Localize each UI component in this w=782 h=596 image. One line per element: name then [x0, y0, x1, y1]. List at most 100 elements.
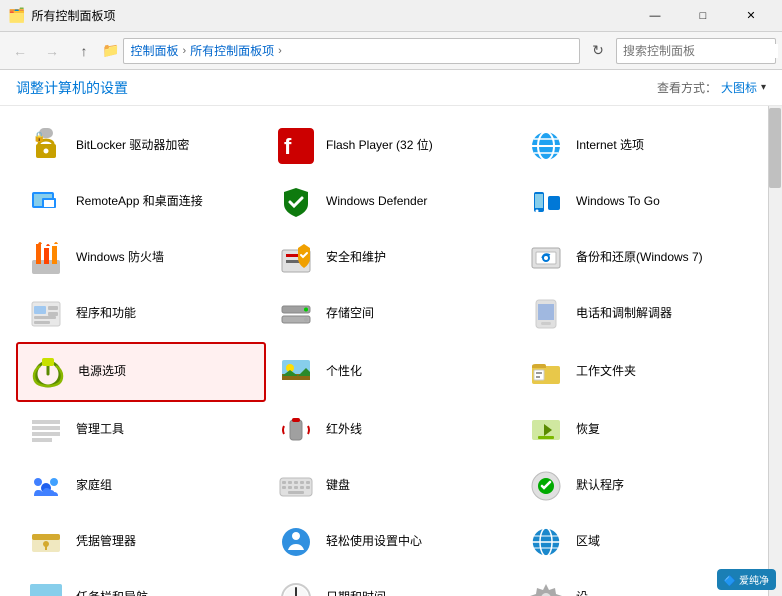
personalization-label: 个性化	[326, 364, 362, 380]
grid-item-infrared[interactable]: 红外线	[266, 402, 516, 458]
grid-item-ease-of-access[interactable]: 轻松使用设置中心	[266, 514, 516, 570]
grid-item-homegroup[interactable]: 家庭组	[16, 458, 266, 514]
scrollbar-track[interactable]	[768, 106, 782, 596]
grid-item-credential-manager[interactable]: 凭据管理器	[16, 514, 266, 570]
close-button[interactable]: ✕	[728, 1, 774, 31]
view-label: 查看方式：	[657, 79, 717, 96]
address-bar: ← → ↑ 📁 控制面板 › 所有控制面板项 › ↻ 🔍	[0, 32, 782, 70]
grid-item-windows-to-go[interactable]: Windows To Go	[516, 174, 766, 230]
backup-restore-label: 备份和还原(Windows 7)	[576, 250, 703, 266]
breadcrumb-bar[interactable]: 控制面板 › 所有控制面板项 ›	[123, 38, 580, 64]
maximize-button[interactable]: □	[680, 1, 726, 31]
firewall-icon	[26, 238, 66, 278]
breadcrumb-item-2[interactable]: 所有控制面板项	[190, 42, 274, 59]
toolbar: 调整计算机的设置 查看方式： 大图标 ▾	[0, 70, 782, 106]
view-dropdown-icon[interactable]: ▾	[761, 82, 766, 93]
view-current[interactable]: 大图标	[721, 79, 757, 96]
grid-item-admin-tools[interactable]: 管理工具	[16, 402, 266, 458]
grid-item-recovery[interactable]: 恢复	[516, 402, 766, 458]
grid-item-firewall[interactable]: Windows 防火墙	[16, 230, 266, 286]
grid-item-personalization[interactable]: 个性化	[266, 342, 516, 402]
refresh-button[interactable]: ↻	[584, 37, 612, 65]
grid-item-power-options[interactable]: 电源选项	[16, 342, 266, 402]
remoteapp-icon	[26, 182, 66, 222]
firewall-label: Windows 防火墙	[76, 250, 164, 266]
watermark-icon: 🔷	[724, 576, 736, 587]
personalization-icon	[276, 352, 316, 392]
homegroup-label: 家庭组	[76, 478, 112, 494]
bitlocker-label: BitLocker 驱动器加密	[76, 138, 189, 154]
watermark: 🔷 爱纯净	[717, 569, 776, 590]
grid-item-taskbar-navigation[interactable]: 任务栏和导航	[16, 570, 266, 596]
minimize-button[interactable]: —	[632, 1, 678, 31]
search-input[interactable]	[623, 44, 778, 58]
grid-item-storage-spaces[interactable]: 存储空间	[266, 286, 516, 342]
back-button[interactable]: ←	[6, 37, 34, 65]
search-bar[interactable]: 🔍	[616, 38, 776, 64]
grid-item-internet-options[interactable]: Internet 选项	[516, 118, 766, 174]
keyboard-icon	[276, 466, 316, 506]
default-programs-label: 默认程序	[576, 478, 624, 494]
bitlocker-icon: 🔒	[26, 126, 66, 166]
grid-item-keyboard[interactable]: 键盘	[266, 458, 516, 514]
title-bar-controls: — □ ✕	[632, 1, 774, 31]
programs-features-label: 程序和功能	[76, 306, 136, 322]
grid-item-default-programs[interactable]: 默认程序	[516, 458, 766, 514]
grid-item-windows-defender[interactable]: Windows Defender	[266, 174, 516, 230]
power-options-label: 电源选项	[78, 364, 126, 380]
settings-label: 设	[576, 590, 588, 596]
svg-text:f: f	[284, 134, 292, 159]
grid-item-bitlocker[interactable]: 🔒 BitLocker 驱动器加密	[16, 118, 266, 174]
programs-features-icon	[26, 294, 66, 334]
grid-item-remoteapp[interactable]: RemoteApp 和桌面连接	[16, 174, 266, 230]
windows-to-go-icon	[526, 182, 566, 222]
grid-item-security-maintenance[interactable]: 安全和维护	[266, 230, 516, 286]
remoteapp-label: RemoteApp 和桌面连接	[76, 194, 203, 210]
infrared-icon	[276, 410, 316, 450]
internet-options-label: Internet 选项	[576, 138, 644, 154]
admin-tools-icon	[26, 410, 66, 450]
grid-item-flash-player[interactable]: f Flash Player (32 位)	[266, 118, 516, 174]
window-icon: 🗂️	[8, 7, 25, 24]
grid-item-work-folder[interactable]: 工作文件夹	[516, 342, 766, 402]
backup-restore-icon	[526, 238, 566, 278]
region-label: 区域	[576, 534, 600, 550]
grid-item-backup-restore[interactable]: 备份和还原(Windows 7)	[516, 230, 766, 286]
toolbar-title: 调整计算机的设置	[16, 78, 128, 98]
grid-item-phone-modem[interactable]: 电话和调制解调器	[516, 286, 766, 342]
taskbar-navigation-icon	[26, 578, 66, 596]
window-title: 所有控制面板项	[31, 7, 115, 24]
security-maintenance-label: 安全和维护	[326, 250, 386, 266]
storage-spaces-icon	[276, 294, 316, 334]
windows-defender-label: Windows Defender	[326, 194, 427, 210]
work-folder-icon	[526, 352, 566, 392]
forward-button[interactable]: →	[38, 37, 66, 65]
storage-spaces-label: 存储空间	[326, 306, 374, 322]
breadcrumb-sep-2: ›	[278, 45, 282, 57]
grid-item-region[interactable]: 区域	[516, 514, 766, 570]
watermark-text: 爱纯净	[739, 576, 769, 587]
title-bar-left: 🗂️ 所有控制面板项	[8, 7, 115, 24]
view-options: 查看方式： 大图标 ▾	[657, 79, 766, 96]
internet-options-icon	[526, 126, 566, 166]
recovery-label: 恢复	[576, 422, 600, 438]
flash-player-label: Flash Player (32 位)	[326, 138, 433, 154]
title-bar: 🗂️ 所有控制面板项 — □ ✕	[0, 0, 782, 32]
grid-item-date-time[interactable]: 日期和时间	[266, 570, 516, 596]
keyboard-label: 键盘	[326, 478, 350, 494]
items-grid: 🔒 BitLocker 驱动器加密 f Flash Player (32 位) Inte…	[16, 118, 766, 596]
recovery-icon	[526, 410, 566, 450]
breadcrumb-item-1[interactable]: 控制面板	[130, 42, 178, 59]
date-time-label: 日期和时间	[326, 590, 386, 596]
up-button[interactable]: ↑	[70, 37, 98, 65]
homegroup-icon	[26, 466, 66, 506]
region-icon	[526, 522, 566, 562]
scrollbar-thumb[interactable]	[769, 108, 781, 188]
ease-of-access-icon	[276, 522, 316, 562]
windows-defender-icon	[276, 182, 316, 222]
settings-icon	[526, 578, 566, 596]
phone-modem-icon	[526, 294, 566, 334]
credential-manager-icon	[26, 522, 66, 562]
flash-player-icon: f	[276, 126, 316, 166]
grid-item-programs-features[interactable]: 程序和功能	[16, 286, 266, 342]
